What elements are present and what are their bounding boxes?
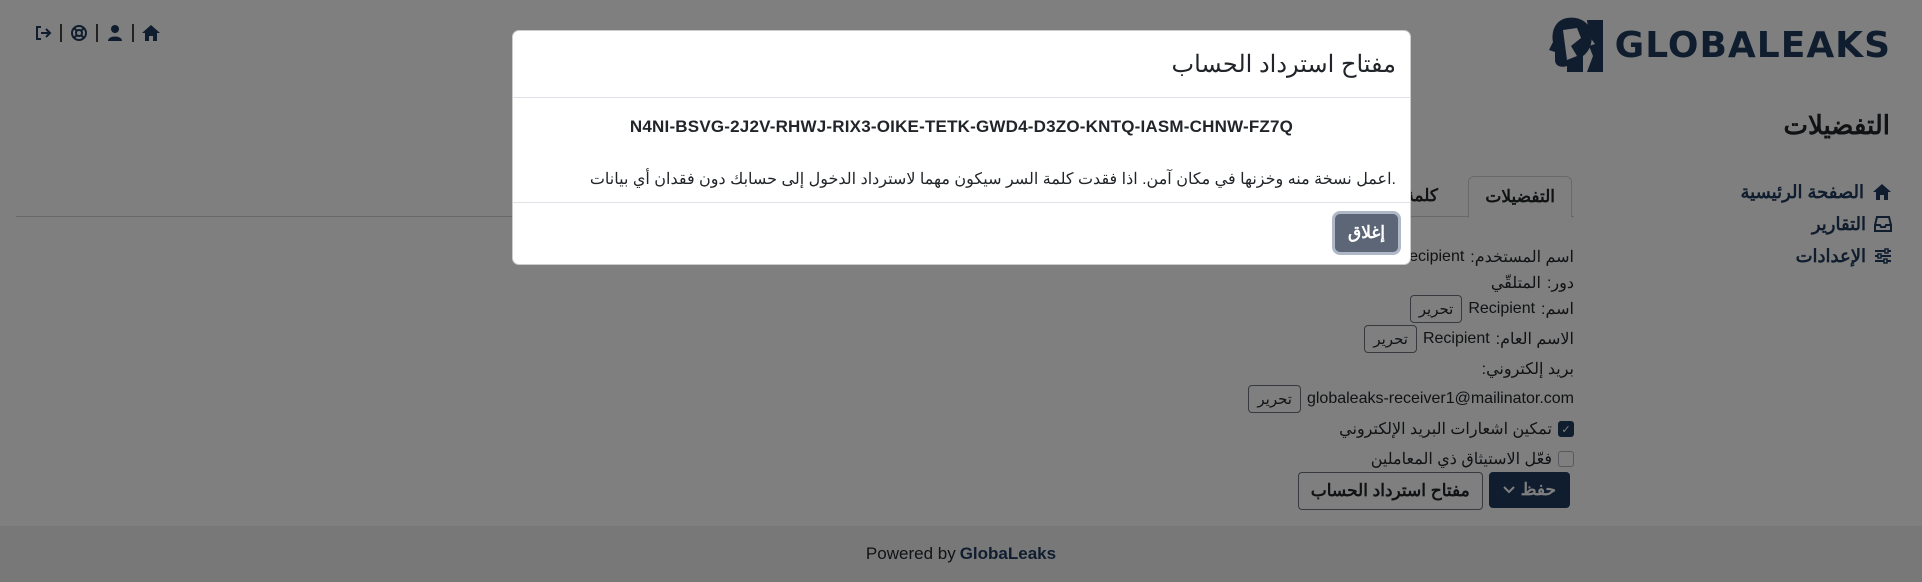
modal-footer: إغلاق (513, 202, 1410, 264)
recovery-key-value: N4NI-BSVG-2J2V-RHWJ-RIX3-OIKE-TETK-GWD4-… (629, 117, 1294, 136)
modal-body: N4NI-BSVG-2J2V-RHWJ-RIX3-OIKE-TETK-GWD4-… (513, 117, 1410, 189)
recovery-key-modal: مفتاح استرداد الحساب N4NI-BSVG-2J2V-RHWJ… (512, 30, 1411, 265)
recovery-key-note: .اعمل نسخة منه وخزنها في مكان آمن. اذا ف… (589, 171, 1396, 188)
modal-title: مفتاح استرداد الحساب (1171, 50, 1396, 78)
close-button[interactable]: إغلاق (1335, 214, 1398, 252)
modal-header: مفتاح استرداد الحساب (513, 31, 1410, 98)
